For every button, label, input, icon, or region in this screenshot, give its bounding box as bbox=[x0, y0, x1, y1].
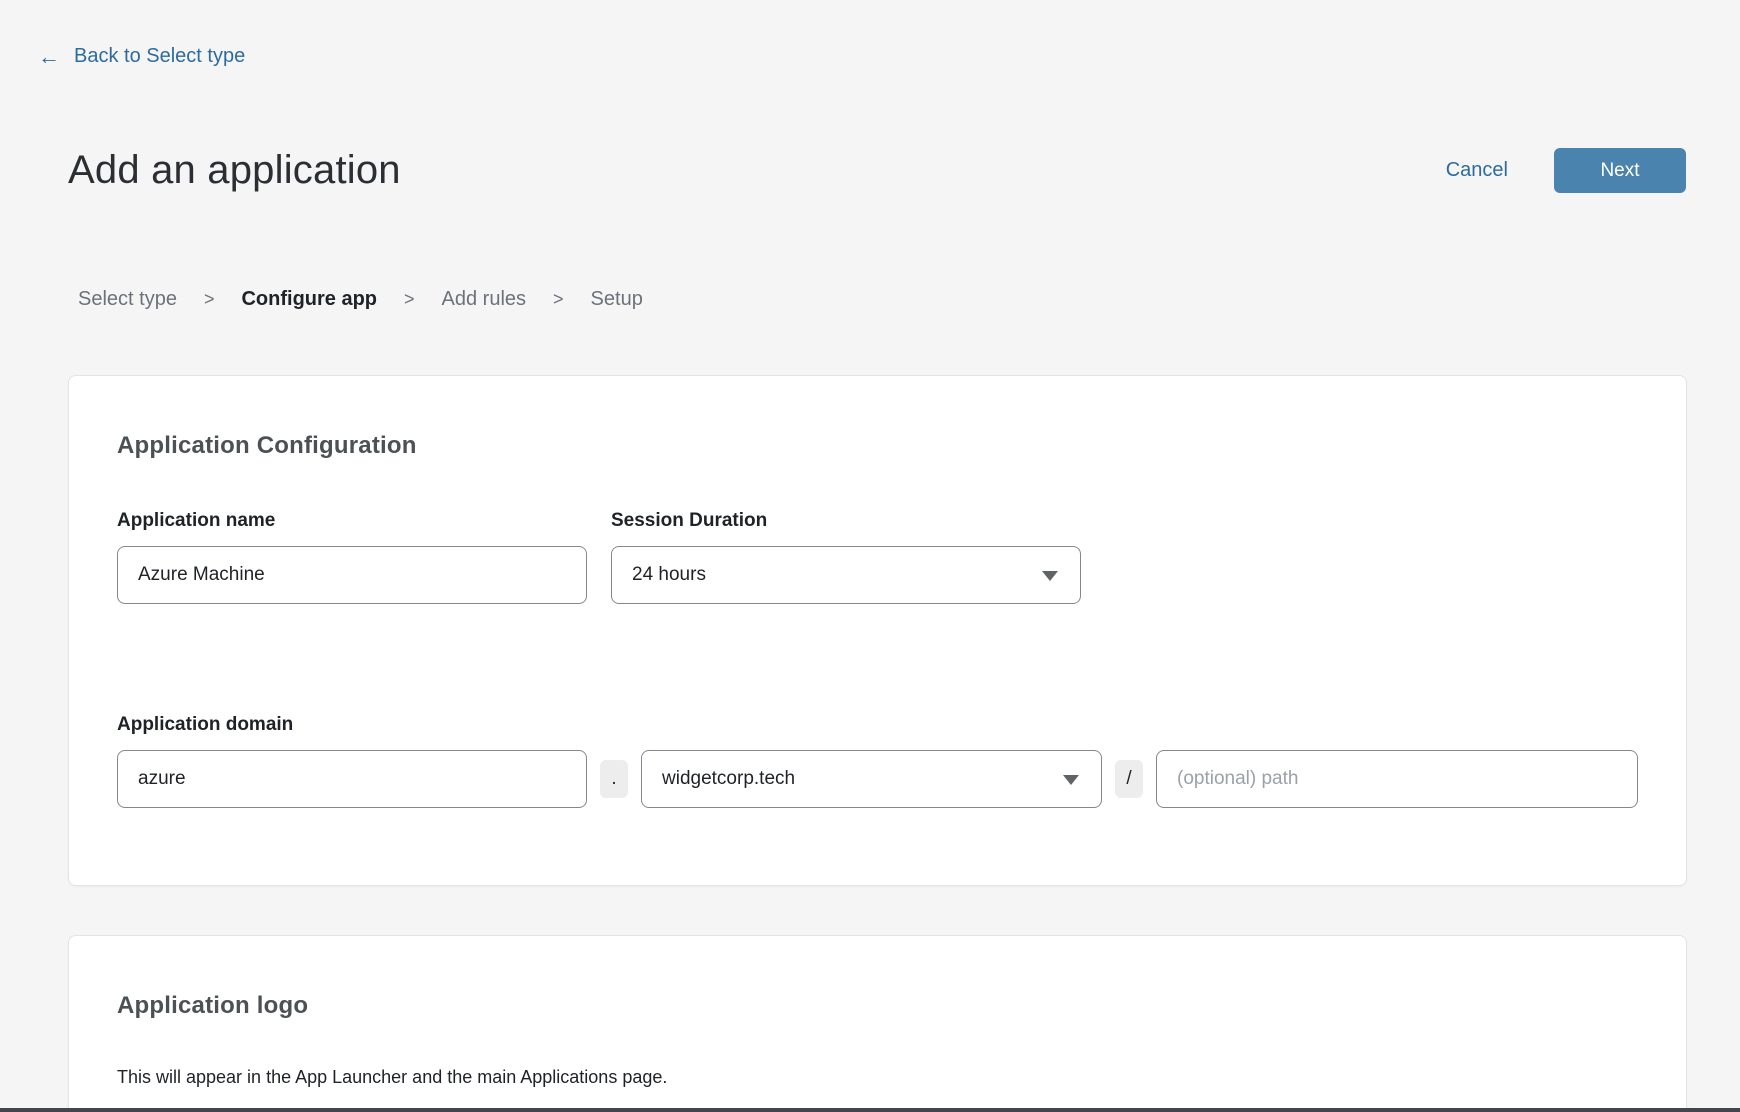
chevron-down-icon bbox=[1063, 775, 1079, 785]
wizard-stepper: Select type > Configure app > Add rules … bbox=[78, 288, 643, 311]
step-setup: Setup bbox=[591, 288, 643, 311]
session-duration-value: 24 hours bbox=[632, 564, 706, 586]
back-arrow-icon: ← bbox=[38, 46, 60, 68]
step-configure-app: Configure app bbox=[241, 288, 377, 311]
step-select-type: Select type bbox=[78, 288, 177, 311]
dot-separator: . bbox=[600, 760, 628, 798]
back-to-select-type-link[interactable]: ← Back to Select type bbox=[38, 45, 245, 68]
session-duration-field-group: Session Duration 24 hours bbox=[611, 510, 1081, 604]
application-logo-description: This will appear in the App Launcher and… bbox=[117, 1067, 1638, 1088]
back-link-label: Back to Select type bbox=[74, 45, 245, 68]
header-actions: Cancel Next bbox=[1446, 148, 1686, 193]
application-configuration-card: Application Configuration Application na… bbox=[68, 375, 1687, 886]
cancel-button[interactable]: Cancel bbox=[1446, 159, 1508, 182]
step-separator-icon: > bbox=[204, 289, 215, 310]
page-title: Add an application bbox=[68, 148, 401, 193]
page-header: Add an application Cancel Next bbox=[68, 148, 1686, 193]
next-button[interactable]: Next bbox=[1554, 148, 1686, 193]
subdomain-input[interactable] bbox=[117, 750, 587, 808]
slash-separator: / bbox=[1115, 760, 1143, 798]
application-logo-card: Application logo This will appear in the… bbox=[68, 935, 1687, 1112]
step-add-rules: Add rules bbox=[442, 288, 527, 311]
application-name-input[interactable] bbox=[117, 546, 587, 604]
application-domain-label: Application domain bbox=[117, 714, 1638, 736]
name-duration-row: Application name Session Duration 24 hou… bbox=[117, 510, 1638, 604]
step-separator-icon: > bbox=[404, 289, 415, 310]
application-domain-row: . widgetcorp.tech / bbox=[117, 750, 1638, 808]
step-separator-icon: > bbox=[553, 289, 564, 310]
path-input[interactable] bbox=[1156, 750, 1638, 808]
application-name-label: Application name bbox=[117, 510, 587, 532]
add-application-page: ← Back to Select type Add an application… bbox=[0, 0, 1740, 1112]
session-duration-label: Session Duration bbox=[611, 510, 1081, 532]
viewport-bottom-edge bbox=[0, 1108, 1740, 1112]
domain-select[interactable]: widgetcorp.tech bbox=[641, 750, 1102, 808]
application-configuration-title: Application Configuration bbox=[117, 432, 1638, 460]
domain-select-value: widgetcorp.tech bbox=[662, 768, 795, 790]
application-name-field-group: Application name bbox=[117, 510, 587, 604]
session-duration-select[interactable]: 24 hours bbox=[611, 546, 1081, 604]
application-logo-title: Application logo bbox=[117, 992, 1638, 1020]
chevron-down-icon bbox=[1042, 571, 1058, 581]
